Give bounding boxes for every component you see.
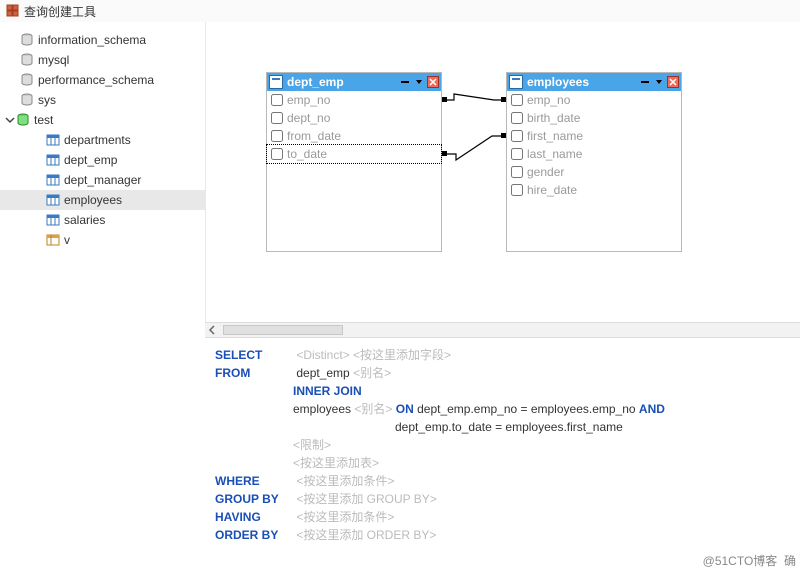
splitter[interactable] [205, 322, 800, 338]
tree-db-test[interactable]: test [0, 110, 205, 130]
menu-icon[interactable] [413, 76, 425, 88]
column-from-date[interactable]: from_date [267, 127, 441, 145]
inner-join-keyword: INNER JOIN [293, 384, 362, 398]
column-checkbox[interactable] [271, 112, 283, 124]
column-checkbox[interactable] [511, 112, 523, 124]
where-keyword: WHERE [215, 472, 293, 490]
column-first-name[interactable]: first_name [507, 127, 681, 145]
query-canvas[interactable]: dept_emp emp_no dept_no from_date to_dat… [205, 22, 800, 322]
view-icon [46, 233, 60, 247]
having-placeholder[interactable]: <按这里添加条件> [296, 510, 394, 524]
column-hire-date[interactable]: hire_date [507, 181, 681, 199]
close-icon[interactable] [667, 76, 679, 88]
tree-table-departments[interactable]: departments [0, 130, 205, 150]
database-icon [20, 33, 34, 47]
title-bar: 查询创建工具 [0, 0, 800, 22]
alias-placeholder[interactable]: <别名> [354, 402, 392, 416]
column-gender[interactable]: gender [507, 163, 681, 181]
app-title: 查询创建工具 [24, 3, 96, 20]
collapse-icon[interactable] [4, 114, 16, 126]
table-icon [509, 75, 523, 89]
column-to-date[interactable]: to_date [267, 145, 441, 163]
orderby-placeholder[interactable]: <按这里添加 ORDER BY> [296, 528, 436, 542]
scroll-left-icon[interactable] [205, 323, 219, 337]
watermark: @51CTO博客 确 [703, 552, 796, 569]
close-icon[interactable] [427, 76, 439, 88]
groupby-keyword: GROUP BY [215, 490, 293, 508]
table-icon [46, 213, 60, 227]
column-checkbox[interactable] [511, 148, 523, 160]
tree-db-performance-schema[interactable]: performance_schema [0, 70, 205, 90]
having-keyword: HAVING [215, 508, 293, 526]
tree-table-dept-emp[interactable]: dept_emp [0, 150, 205, 170]
table-icon [46, 193, 60, 207]
column-checkbox[interactable] [271, 130, 283, 142]
database-icon [16, 113, 30, 127]
distinct-placeholder[interactable]: <Distinct> [296, 348, 349, 362]
column-checkbox[interactable] [511, 130, 523, 142]
tree-table-employees[interactable]: employees [0, 190, 205, 210]
column-checkbox[interactable] [271, 148, 283, 160]
column-emp-no[interactable]: emp_no [507, 91, 681, 109]
from-keyword: FROM [215, 364, 293, 382]
column-checkbox[interactable] [511, 166, 523, 178]
tree-db-mysql[interactable]: mysql [0, 50, 205, 70]
from-table-2[interactable]: employees [293, 402, 351, 416]
minimize-icon[interactable] [399, 76, 411, 88]
column-emp-no[interactable]: emp_no [267, 91, 441, 109]
column-dept-no[interactable]: dept_no [267, 109, 441, 127]
join-condition-2[interactable]: dept_emp.to_date = employees.first_name [395, 420, 623, 434]
add-table-placeholder[interactable]: <按这里添加表> [293, 456, 379, 470]
table-icon [46, 173, 60, 187]
minimize-icon[interactable] [639, 76, 651, 88]
database-icon [20, 53, 34, 67]
column-checkbox[interactable] [511, 94, 523, 106]
select-keyword: SELECT [215, 346, 293, 364]
menu-icon[interactable] [653, 76, 665, 88]
horizontal-scrollbar[interactable] [223, 325, 343, 335]
where-placeholder[interactable]: <按这里添加条件> [296, 474, 394, 488]
database-tree: information_schema mysql performance_sch… [0, 22, 205, 573]
database-icon [20, 93, 34, 107]
table-icon [269, 75, 283, 89]
tree-db-sys[interactable]: sys [0, 90, 205, 110]
on-keyword: ON [396, 402, 414, 416]
tree-table-dept-manager[interactable]: dept_manager [0, 170, 205, 190]
tree-view-v[interactable]: v [0, 230, 205, 250]
join-condition-1[interactable]: dept_emp.emp_no = employees.emp_no [417, 402, 635, 416]
tree-table-salaries[interactable]: salaries [0, 210, 205, 230]
canvas-table-employees[interactable]: employees emp_no birth_date first_name l… [506, 72, 682, 252]
fields-placeholder[interactable]: <按这里添加字段> [353, 348, 451, 362]
table-icon [46, 133, 60, 147]
column-checkbox[interactable] [511, 184, 523, 196]
from-table-1[interactable]: dept_emp [296, 366, 349, 380]
sql-editor[interactable]: SELECT <Distinct> <按这里添加字段> FROM dept_em… [205, 338, 800, 573]
limit-placeholder[interactable]: <限制> [293, 438, 331, 452]
table-icon [46, 153, 60, 167]
groupby-placeholder[interactable]: <按这里添加 GROUP BY> [296, 492, 436, 506]
canvas-table-dept-emp[interactable]: dept_emp emp_no dept_no from_date to_dat… [266, 72, 442, 252]
app-icon [6, 4, 20, 18]
column-last-name[interactable]: last_name [507, 145, 681, 163]
tree-db-information-schema[interactable]: information_schema [0, 30, 205, 50]
column-checkbox[interactable] [271, 94, 283, 106]
column-birth-date[interactable]: birth_date [507, 109, 681, 127]
orderby-keyword: ORDER BY [215, 526, 293, 544]
database-icon [20, 73, 34, 87]
and-keyword: AND [639, 402, 665, 416]
alias-placeholder[interactable]: <别名> [353, 366, 391, 380]
